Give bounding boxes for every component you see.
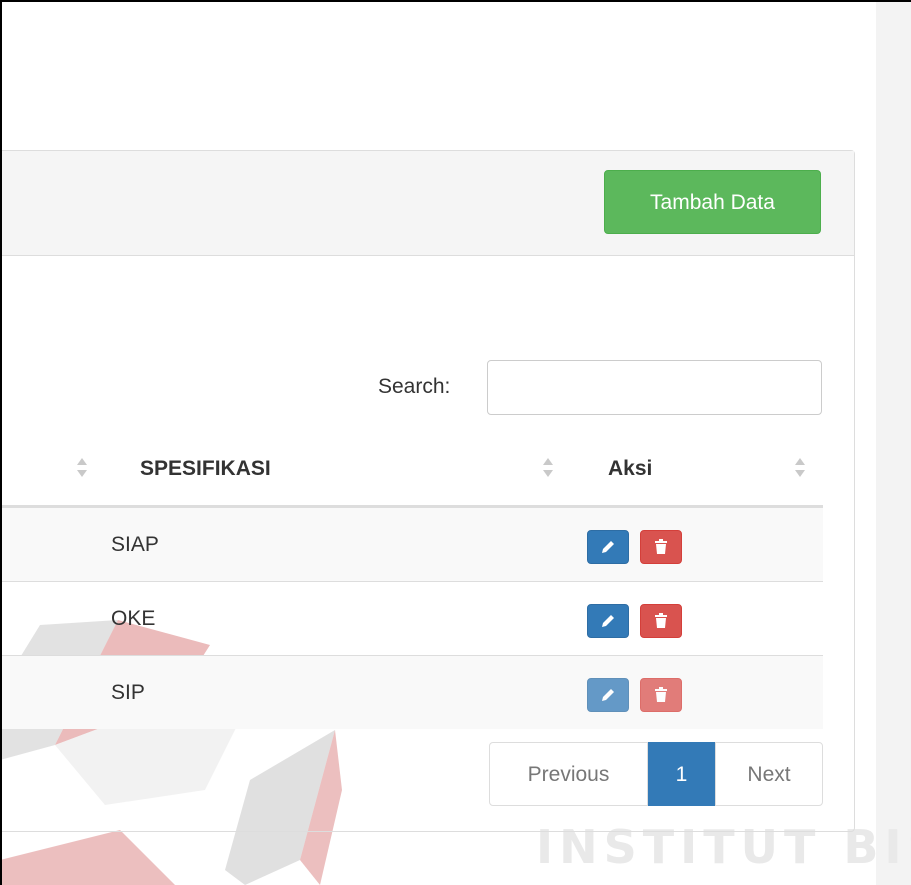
data-table: SPESIFIKASI Aksi SIAP OKE SIP — [2, 433, 823, 729]
panel-heading: Tambah Data — [2, 151, 854, 256]
cell-spesifikasi: OKE — [111, 607, 156, 630]
add-data-button[interactable]: Tambah Data — [604, 170, 821, 234]
table-row: SIP — [2, 656, 823, 729]
trash-icon — [655, 539, 667, 554]
search-input[interactable] — [487, 360, 822, 415]
edit-button[interactable] — [587, 604, 629, 638]
sort-icon[interactable] — [543, 458, 553, 480]
search-label: Search: — [378, 375, 451, 398]
pagination-page-1[interactable]: 1 — [648, 742, 715, 806]
trash-icon — [655, 687, 667, 702]
pencil-icon — [602, 615, 614, 627]
delete-button[interactable] — [640, 604, 682, 638]
table-row: OKE — [2, 582, 823, 656]
frame-border-left — [0, 0, 2, 885]
pencil-icon — [602, 689, 614, 701]
delete-button[interactable] — [640, 678, 682, 712]
pagination-next[interactable]: Next — [715, 742, 823, 806]
table-row: SIAP — [2, 508, 823, 582]
trash-icon — [655, 613, 667, 628]
pencil-icon — [602, 541, 614, 553]
edit-button[interactable] — [587, 678, 629, 712]
app-window: INSTITUT BISNIS Tambah Data Search: SPES… — [0, 0, 911, 885]
column-header-spesifikasi[interactable]: SPESIFIKASI — [140, 433, 271, 505]
column-header-aksi[interactable]: Aksi — [608, 433, 652, 505]
pagination-previous[interactable]: Previous — [489, 742, 648, 806]
sort-icon[interactable] — [77, 458, 87, 480]
table-header: SPESIFIKASI Aksi — [2, 433, 823, 508]
edit-button[interactable] — [587, 530, 629, 564]
cell-spesifikasi: SIP — [111, 681, 145, 704]
sort-icon[interactable] — [795, 458, 805, 480]
frame-border-top — [0, 0, 911, 2]
cell-spesifikasi: SIAP — [111, 533, 159, 556]
delete-button[interactable] — [640, 530, 682, 564]
